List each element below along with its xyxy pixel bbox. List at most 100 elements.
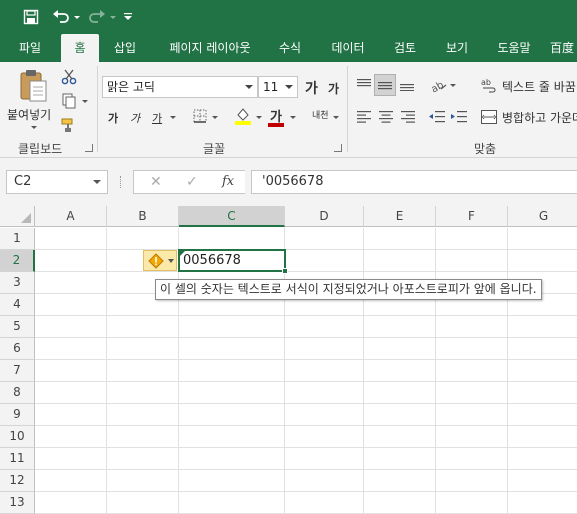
row-header-2[interactable]: 2 xyxy=(0,250,35,272)
select-all-icon xyxy=(21,213,31,223)
ribbon-home: 붙여넣기 클립보드 맑은 고딕 11 가 가 가 가 가 가 내천 글꼴 ab … xyxy=(0,62,577,158)
redo-icon[interactable] xyxy=(86,6,108,28)
borders-dropdown-icon[interactable] xyxy=(212,116,218,119)
align-top-icon[interactable] xyxy=(355,76,373,94)
row-header-5[interactable]: 5 xyxy=(0,316,35,338)
font-size-value: 11 xyxy=(263,80,279,94)
italic-button[interactable]: 가 xyxy=(130,110,140,126)
grow-font-button[interactable]: 가 xyxy=(305,78,318,98)
column-header-g[interactable]: G xyxy=(508,206,577,227)
tab-data[interactable]: 데이터 xyxy=(322,34,374,62)
increase-indent-icon[interactable] xyxy=(450,108,468,126)
borders-icon[interactable] xyxy=(192,108,208,124)
row-header-9[interactable]: 9 xyxy=(0,404,35,426)
fill-color-icon[interactable] xyxy=(234,106,252,126)
column-header-e[interactable]: E xyxy=(364,206,436,227)
merge-center-button[interactable]: 병합하고 가운데 xyxy=(502,109,577,126)
font-dialog-launcher[interactable] xyxy=(334,144,342,152)
customize-qat-icon[interactable] xyxy=(122,6,134,28)
format-painter-icon[interactable] xyxy=(60,116,78,134)
name-box[interactable]: C2 xyxy=(6,170,108,194)
align-right-icon[interactable] xyxy=(399,108,417,126)
row-header-4[interactable]: 4 xyxy=(0,294,35,316)
phonetic-button[interactable]: 내천 xyxy=(312,108,329,121)
align-middle-icon[interactable] xyxy=(374,74,396,96)
row-header-8[interactable]: 8 xyxy=(0,382,35,404)
tab-formulas[interactable]: 수식 xyxy=(268,34,312,62)
row-header-3[interactable]: 3 xyxy=(0,272,35,294)
error-check-button[interactable] xyxy=(143,250,177,271)
font-name-combo[interactable]: 맑은 고딕 xyxy=(102,76,258,98)
formula-bar-grip[interactable] xyxy=(120,176,122,188)
column-header-a[interactable]: A xyxy=(35,206,107,227)
row-header-10[interactable]: 10 xyxy=(0,426,35,448)
align-left-icon[interactable] xyxy=(355,108,373,126)
bold-button[interactable]: 가 xyxy=(108,110,118,126)
tab-help[interactable]: 도움말 xyxy=(488,34,540,62)
gridline xyxy=(106,228,107,514)
gridline xyxy=(35,249,577,250)
gridline xyxy=(35,381,577,382)
cancel-icon[interactable]: ✕ xyxy=(150,174,162,190)
gridline xyxy=(363,228,364,514)
copy-icon[interactable] xyxy=(60,92,78,110)
save-icon[interactable] xyxy=(20,6,42,28)
align-center-icon[interactable] xyxy=(377,108,395,126)
column-header-f[interactable]: F xyxy=(436,206,508,227)
copy-dropdown-icon[interactable] xyxy=(82,100,88,103)
column-header-c[interactable]: C xyxy=(179,206,285,227)
row-header-11[interactable]: 11 xyxy=(0,448,35,470)
fill-color-dropdown-icon[interactable] xyxy=(256,116,262,119)
row-header-6[interactable]: 6 xyxy=(0,338,35,360)
column-header-b[interactable]: B xyxy=(107,206,179,227)
title-bar xyxy=(0,0,577,34)
shrink-font-button[interactable]: 가 xyxy=(328,80,339,97)
row-header-13[interactable]: 13 xyxy=(0,492,35,514)
enter-icon[interactable]: ✓ xyxy=(186,174,198,190)
formula-input[interactable]: '0056678 xyxy=(251,170,577,194)
merge-center-icon[interactable] xyxy=(480,108,498,126)
column-header-d[interactable]: D xyxy=(285,206,364,227)
gridline xyxy=(35,425,577,426)
row-header-7[interactable]: 7 xyxy=(0,360,35,382)
paste-dropdown-icon[interactable] xyxy=(31,126,37,129)
redo-dropdown-icon[interactable] xyxy=(108,6,118,28)
select-all-button[interactable] xyxy=(0,206,35,227)
tab-home[interactable]: 홈 xyxy=(61,34,99,62)
cut-icon[interactable] xyxy=(60,68,78,86)
underline-dropdown-icon[interactable] xyxy=(170,116,176,119)
insert-function-icon[interactable]: fx xyxy=(222,174,234,189)
align-bottom-icon[interactable] xyxy=(398,76,416,94)
ribbon-tabs: 파일 홈 삽입 페이지 레이아웃 수식 데이터 검토 보기 도움말 百度 xyxy=(0,34,577,62)
decrease-indent-icon[interactable] xyxy=(428,108,446,126)
paste-button-label[interactable]: 붙여넣기 xyxy=(7,106,51,123)
undo-dropdown-icon[interactable] xyxy=(72,6,82,28)
font-color-dropdown-icon[interactable] xyxy=(290,116,296,119)
group-divider xyxy=(347,66,348,152)
font-size-combo[interactable]: 11 xyxy=(258,76,298,98)
clipboard-dialog-launcher[interactable] xyxy=(85,144,93,152)
tab-baidu[interactable]: 百度 xyxy=(550,34,577,62)
tab-view[interactable]: 보기 xyxy=(436,34,478,62)
active-cell-c2[interactable]: 0056678 xyxy=(178,249,286,272)
phonetic-dropdown-icon[interactable] xyxy=(333,116,339,119)
fill-handle[interactable] xyxy=(282,268,288,274)
row-header-1[interactable]: 1 xyxy=(0,228,35,250)
svg-text:ab: ab xyxy=(481,78,491,87)
wrap-text-icon[interactable]: ab xyxy=(480,76,498,94)
undo-icon[interactable] xyxy=(50,6,72,28)
tab-insert[interactable]: 삽입 xyxy=(104,34,146,62)
tab-review[interactable]: 검토 xyxy=(384,34,426,62)
gridline xyxy=(35,315,577,316)
orientation-icon[interactable]: ab xyxy=(428,76,448,94)
paste-icon[interactable] xyxy=(16,68,50,104)
orientation-dropdown-icon[interactable] xyxy=(450,84,456,87)
underline-button[interactable]: 가 xyxy=(152,110,162,126)
gridline xyxy=(35,337,577,338)
tab-page-layout[interactable]: 페이지 레이아웃 xyxy=(159,34,261,62)
group-divider xyxy=(97,66,98,152)
wrap-text-button[interactable]: 텍스트 줄 바꿈 xyxy=(502,78,576,95)
row-header-12[interactable]: 12 xyxy=(0,470,35,492)
gridline xyxy=(35,447,577,448)
tab-file[interactable]: 파일 xyxy=(9,34,51,62)
